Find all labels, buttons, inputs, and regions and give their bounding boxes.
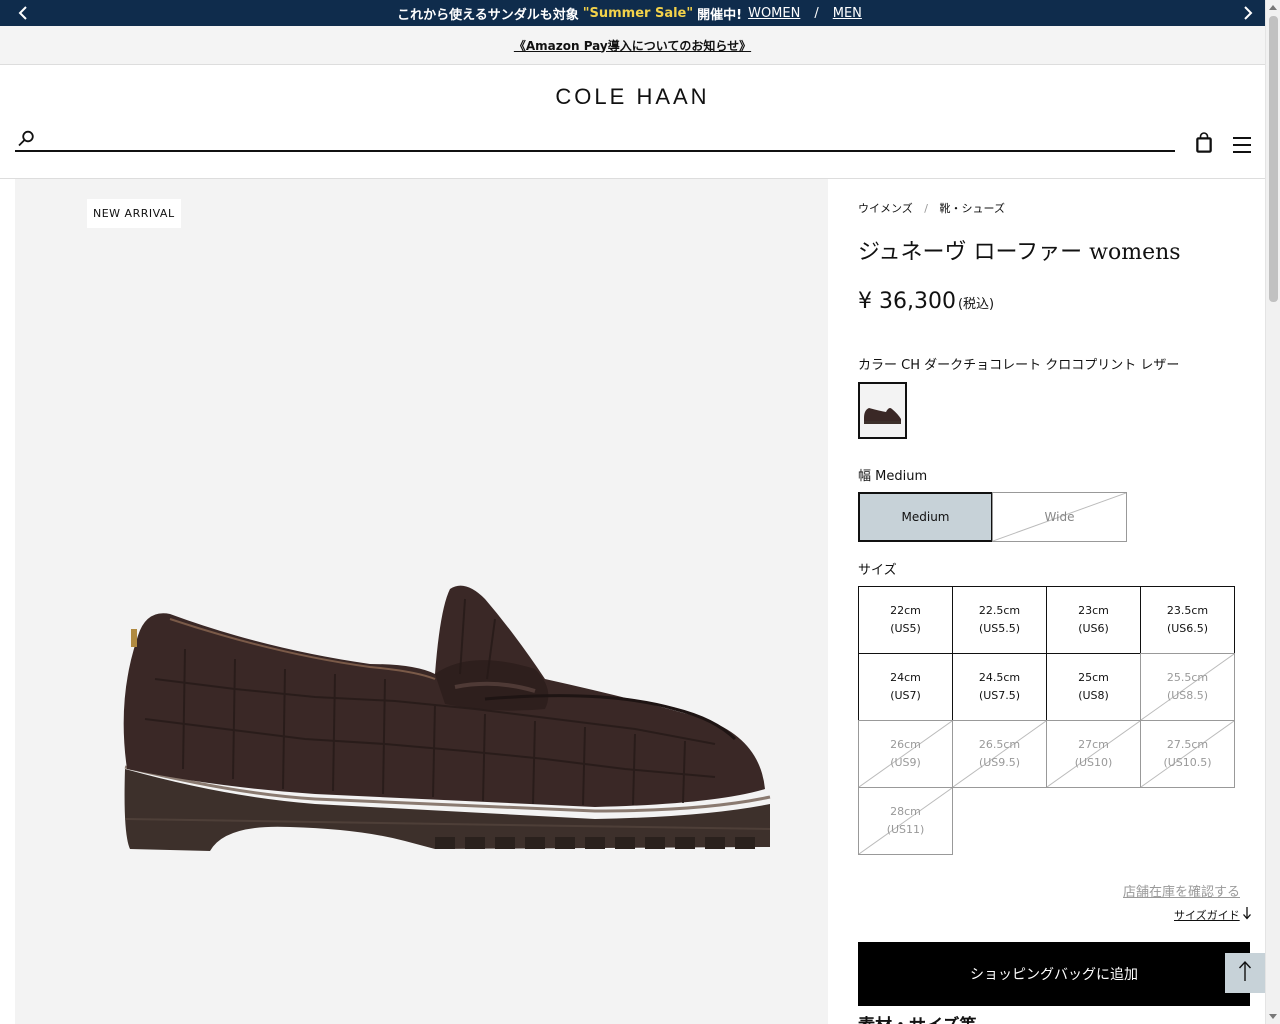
- size-option[interactable]: 27cm (US10): [1046, 720, 1141, 788]
- size-option[interactable]: 23.5cm (US6.5): [1140, 586, 1235, 654]
- size-us: (US9.5): [978, 756, 1021, 769]
- promo-banner: これから使えるサンダルも対象 "Summer Sale" 開催中! WOMEN …: [0, 0, 1265, 26]
- promo-men-link[interactable]: MEN: [833, 6, 862, 21]
- price-tax-note: (税込): [957, 297, 995, 312]
- width-option-wide[interactable]: Wide: [992, 492, 1127, 542]
- hamburger-menu-icon[interactable]: [1232, 136, 1252, 154]
- size-us: (US5): [890, 622, 921, 635]
- chevron-left-icon[interactable]: [10, 0, 36, 26]
- color-swatch[interactable]: [858, 382, 907, 439]
- specs-heading[interactable]: 素材・サイズ等: [858, 1011, 977, 1024]
- size-us: (US7): [890, 689, 921, 702]
- size-us: (US6.5): [1166, 622, 1209, 635]
- size-us: (US8): [1078, 689, 1109, 702]
- loafer-shoe-image: [123, 585, 771, 851]
- scroll-down-icon[interactable]: [1269, 1014, 1277, 1019]
- size-option[interactable]: 24cm (US7): [858, 653, 953, 721]
- price-value: ¥ 36,300: [858, 289, 956, 314]
- breadcrumb: ウイメンズ / 靴・シューズ: [858, 200, 1005, 216]
- page-scrollbar[interactable]: [1265, 0, 1280, 1024]
- size-option[interactable]: 24.5cm (US7.5): [952, 653, 1047, 721]
- product-price: ¥ 36,300 (税込): [858, 289, 994, 314]
- size-cm: 27.5cm: [1166, 738, 1209, 751]
- width-label: 幅 Medium: [858, 469, 928, 484]
- size-cm: 26cm: [890, 738, 921, 751]
- size-option[interactable]: 22cm (US5): [858, 586, 953, 654]
- product-title: ジュネーヴ ローファー womens: [858, 240, 1181, 265]
- size-cm: 22cm: [890, 604, 921, 617]
- size-option[interactable]: 26.5cm (US9.5): [952, 720, 1047, 788]
- size-cm: 24.5cm: [978, 671, 1021, 684]
- promo-text: これから使えるサンダルも対象: [397, 7, 579, 23]
- size-option[interactable]: 22.5cm (US5.5): [952, 586, 1047, 654]
- scrollbar-thumb[interactable]: [1269, 16, 1278, 302]
- breadcrumb-item-womens[interactable]: ウイメンズ: [858, 202, 913, 215]
- size-us: (US7.5): [978, 689, 1021, 702]
- size-us: (US11): [886, 823, 925, 836]
- breadcrumb-separator: /: [924, 202, 928, 215]
- promo-sale-name: "Summer Sale": [582, 5, 694, 21]
- size-us: (US5.5): [978, 622, 1021, 635]
- promo-text-after: 開催中!: [697, 7, 743, 23]
- arrow-up-icon: [1238, 960, 1252, 986]
- store-stock-link[interactable]: 店舗在庫を確認する: [1123, 881, 1240, 900]
- amazon-pay-notice-link[interactable]: 《Amazon Pay導入についてのお知らせ》: [514, 37, 751, 54]
- search-input[interactable]: [45, 128, 1165, 150]
- width-option-label: Medium: [901, 510, 950, 524]
- back-to-top-button[interactable]: [1225, 953, 1265, 993]
- size-option[interactable]: 27.5cm (US10.5): [1140, 720, 1235, 788]
- size-cm: 25cm: [1078, 671, 1109, 684]
- breadcrumb-item-shoes[interactable]: 靴・シューズ: [940, 202, 1005, 215]
- promo-separator: /: [814, 5, 819, 21]
- size-option[interactable]: 25.5cm (US8.5): [1140, 653, 1235, 721]
- search-icon[interactable]: [17, 130, 35, 148]
- size-us: (US8.5): [1166, 689, 1209, 702]
- size-cm: 28cm: [890, 805, 921, 818]
- size-us: (US10.5): [1163, 756, 1212, 769]
- size-guide-link[interactable]: サイズガイド: [1174, 907, 1240, 923]
- search-bar: [15, 128, 1175, 152]
- size-cm: 26.5cm: [978, 738, 1021, 751]
- arrow-down-icon[interactable]: [1242, 906, 1252, 923]
- add-to-bag-button[interactable]: ショッピングバッグに追加: [858, 942, 1250, 1006]
- size-option[interactable]: 23cm (US6): [1046, 586, 1141, 654]
- size-us: (US9): [890, 756, 921, 769]
- product-image-area[interactable]: NEW ARRIVAL: [15, 179, 828, 1024]
- size-us: (US10): [1074, 756, 1113, 769]
- scroll-up-icon[interactable]: [1269, 5, 1277, 10]
- size-cm: 22.5cm: [978, 604, 1021, 617]
- size-cm: 24cm: [890, 671, 921, 684]
- size-option[interactable]: 28cm (US11): [858, 787, 953, 855]
- width-option-label: Wide: [1044, 510, 1075, 524]
- size-cm: 23cm: [1078, 604, 1109, 617]
- size-cm: 23.5cm: [1166, 604, 1209, 617]
- size-option[interactable]: 26cm (US9): [858, 720, 953, 788]
- size-option[interactable]: 25cm (US8): [1046, 653, 1141, 721]
- color-label: カラー CH ダークチョコレート クロコプリント レザー: [858, 358, 1180, 373]
- size-cm: 25.5cm: [1166, 671, 1209, 684]
- chevron-right-icon[interactable]: [1235, 0, 1261, 26]
- new-arrival-badge: NEW ARRIVAL: [87, 199, 181, 228]
- width-option-medium[interactable]: Medium: [858, 492, 993, 542]
- size-us: (US6): [1078, 622, 1109, 635]
- size-cm: 27cm: [1078, 738, 1109, 751]
- brand-logo[interactable]: COLE HAAN: [0, 84, 1265, 110]
- promo-women-link[interactable]: WOMEN: [748, 6, 800, 21]
- notice-bar: 《Amazon Pay導入についてのお知らせ》: [0, 26, 1265, 65]
- shopping-bag-icon[interactable]: [1194, 132, 1214, 154]
- size-label: サイズ: [858, 563, 897, 578]
